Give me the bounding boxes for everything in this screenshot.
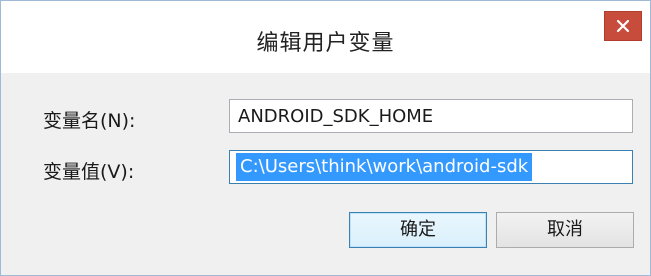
title-bar[interactable]: 编辑用户变量 bbox=[1, 1, 650, 73]
close-button[interactable] bbox=[604, 11, 642, 41]
variable-value-field[interactable]: C:\Users\think\work\android-sdk bbox=[229, 150, 633, 184]
variable-name-field[interactable] bbox=[229, 99, 633, 133]
dialog-title: 编辑用户变量 bbox=[256, 31, 395, 56]
variable-value-row: 变量值(V): C:\Users\think\work\android-sdk bbox=[1, 150, 650, 190]
close-icon bbox=[616, 19, 630, 33]
variable-name-label: 变量名(N): bbox=[43, 110, 136, 132]
variable-value-input[interactable]: C:\Users\think\work\android-sdk bbox=[236, 153, 533, 181]
cancel-button[interactable]: 取消 bbox=[496, 212, 634, 248]
edit-user-variable-dialog: 编辑用户变量 变量名(N): 变量值(V): C:\Users\think\wo… bbox=[0, 0, 651, 276]
ok-button[interactable]: 确定 bbox=[349, 212, 487, 248]
dialog-body: 变量名(N): 变量值(V): C:\Users\think\work\andr… bbox=[1, 73, 650, 275]
variable-value-label: 变量值(V): bbox=[43, 161, 135, 183]
variable-name-row: 变量名(N): bbox=[1, 99, 650, 139]
variable-name-input[interactable] bbox=[230, 100, 632, 132]
